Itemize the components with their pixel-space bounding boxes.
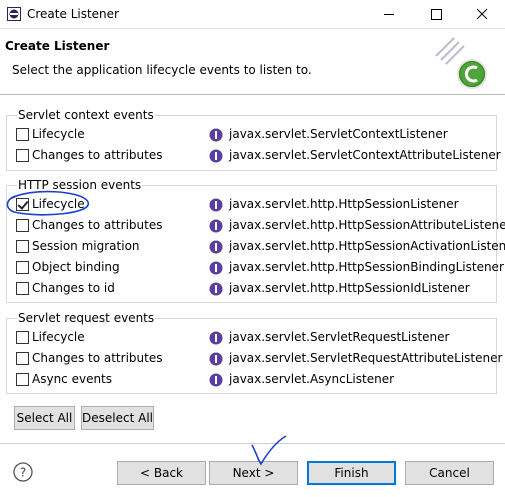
event-row[interactable]: Changes to attributes javax.servlet.http… xyxy=(16,217,505,235)
event-checkbox[interactable] xyxy=(16,128,29,141)
interface-icon xyxy=(209,352,223,366)
event-row[interactable]: Changes to attributes javax.servlet.Serv… xyxy=(16,147,501,165)
interface-icon xyxy=(209,198,223,212)
banner-title: Create Listener xyxy=(5,39,110,53)
event-label: Changes to id xyxy=(32,281,115,295)
listener-interface: javax.servlet.http.HttpSessionBindingLis… xyxy=(229,260,504,274)
close-icon[interactable] xyxy=(459,0,505,29)
event-checkbox[interactable] xyxy=(16,240,29,253)
interface-icon xyxy=(209,331,223,345)
event-label: Async events xyxy=(32,372,113,386)
event-checkbox[interactable] xyxy=(16,282,29,295)
event-checkbox[interactable] xyxy=(16,331,29,344)
interface-icon xyxy=(209,240,223,254)
event-label: Changes to attributes xyxy=(32,218,163,232)
group-servlet-context-events: Servlet context events Lifecycle javax.s… xyxy=(6,108,501,171)
svg-text:?: ? xyxy=(20,466,26,480)
event-row[interactable]: Lifecycle javax.servlet.ServletRequestLi… xyxy=(16,329,496,347)
event-label: Object binding xyxy=(32,260,120,274)
interface-icon xyxy=(209,282,223,296)
listener-interface: javax.servlet.http.HttpSessionActivation… xyxy=(229,239,505,253)
new-class-wizard-icon xyxy=(435,37,487,89)
listener-interface: javax.servlet.http.HttpSessionListener xyxy=(229,197,459,211)
listener-interface: javax.servlet.ServletRequestListener xyxy=(229,330,450,344)
wizard-banner: Create Listener Select the application l… xyxy=(0,29,505,95)
event-row[interactable]: Session migration javax.servlet.http.Htt… xyxy=(16,238,505,256)
interface-icon xyxy=(209,373,223,387)
event-row[interactable]: Object binding javax.servlet.http.HttpSe… xyxy=(16,259,504,277)
group-label: HTTP session events xyxy=(17,178,143,192)
interface-icon xyxy=(209,219,223,233)
event-checkbox[interactable] xyxy=(16,352,29,365)
event-checkbox[interactable] xyxy=(16,373,29,386)
event-label: Changes to attributes xyxy=(32,351,163,365)
event-row[interactable]: Async events javax.servlet.AsyncListener xyxy=(16,371,496,389)
event-label: Lifecycle xyxy=(32,330,85,344)
annotation-checkmark xyxy=(251,435,287,466)
cancel-button[interactable]: Cancel xyxy=(405,461,494,485)
interface-icon xyxy=(209,128,223,142)
deselect-all-button[interactable]: Deselect All xyxy=(81,406,154,430)
event-checkbox[interactable] xyxy=(16,149,29,162)
listener-interface: javax.servlet.ServletRequestAttributeLis… xyxy=(229,351,503,365)
eclipse-app-icon xyxy=(7,7,21,21)
event-checkbox[interactable] xyxy=(16,261,29,274)
group-servlet-request-events: Servlet request events Lifecycle javax.s… xyxy=(6,311,502,394)
footer-separator xyxy=(0,443,505,444)
listener-interface: javax.servlet.ServletContextAttributeLis… xyxy=(229,148,501,162)
event-row[interactable]: Changes to id javax.servlet.http.HttpSes… xyxy=(16,280,496,298)
interface-icon xyxy=(209,261,223,275)
event-label: Lifecycle xyxy=(32,197,85,211)
minimize-icon[interactable] xyxy=(366,0,412,29)
group-label: Servlet request events xyxy=(17,311,156,325)
event-row[interactable]: Changes to attributes javax.servlet.Serv… xyxy=(16,350,502,368)
listener-interface: javax.servlet.ServletContextListener xyxy=(229,127,448,141)
select-all-button[interactable]: Select All xyxy=(14,406,75,430)
event-row[interactable]: Lifecycle javax.servlet.http.HttpSession… xyxy=(16,196,496,214)
event-label: Changes to attributes xyxy=(32,148,163,162)
interface-icon xyxy=(209,149,223,163)
group-label: Servlet context events xyxy=(17,108,155,122)
listener-interface: javax.servlet.http.HttpSessionAttributeL… xyxy=(229,218,505,232)
listener-interface: javax.servlet.http.HttpSessionIdListener xyxy=(229,281,470,295)
listener-interface: javax.servlet.AsyncListener xyxy=(229,372,395,386)
event-checkbox[interactable] xyxy=(16,198,29,211)
window-title: Create Listener xyxy=(27,7,119,21)
back-button[interactable]: < Back xyxy=(117,461,206,485)
event-label: Lifecycle xyxy=(32,127,85,141)
next-button[interactable]: Next > xyxy=(209,461,298,485)
event-checkbox[interactable] xyxy=(16,219,29,232)
title-bar: Create Listener xyxy=(0,0,505,29)
group-http-session-events: HTTP session events Lifecycle javax.serv… xyxy=(6,178,505,303)
maximize-icon[interactable] xyxy=(413,0,459,29)
banner-description: Select the application lifecycle events … xyxy=(12,63,312,77)
event-row[interactable]: Lifecycle javax.servlet.ServletContextLi… xyxy=(16,126,496,144)
help-icon[interactable]: ? xyxy=(13,462,33,482)
finish-button[interactable]: Finish xyxy=(307,461,396,485)
event-label: Session migration xyxy=(32,239,140,253)
